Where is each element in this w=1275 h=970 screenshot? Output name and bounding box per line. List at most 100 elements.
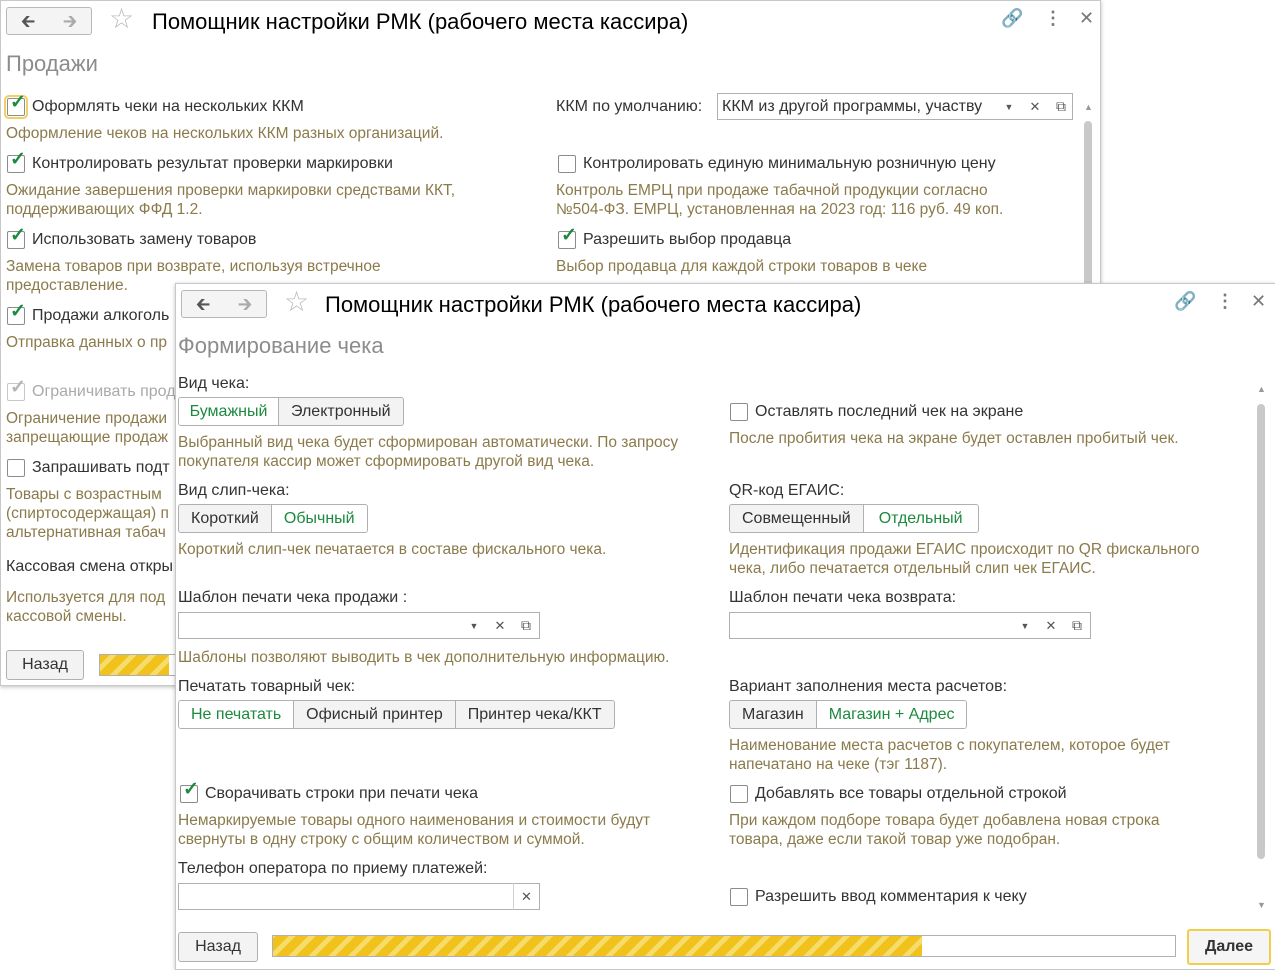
checkmark-icon: ✓ (10, 377, 26, 398)
qr-egais-combined[interactable]: Совмещенный (730, 505, 864, 532)
scroll-up-icon[interactable]: ▲ (1084, 102, 1093, 112)
default-kkm-label: ККМ по умолчанию: (556, 98, 703, 115)
default-kkm-field[interactable]: ККМ из другой программы, участву ▼ ✕ ⧉ (717, 93, 1073, 120)
sale-template-field[interactable]: ▼ ✕ ⧉ (178, 612, 540, 639)
link-icon[interactable]: 🔗 (1001, 9, 1023, 27)
return-template-field[interactable]: ▼ ✕ ⧉ (729, 612, 1091, 639)
back-arrow-button[interactable]: 🡰 (181, 290, 225, 318)
window-title: Помощник настройки РМК (рабочего места к… (325, 292, 862, 317)
dropdown-arrow-icon[interactable]: ▼ (461, 612, 487, 639)
qr-egais-separate[interactable]: Отдельный (863, 505, 978, 532)
receipt-type-hint-2: покупателя кассир может сформировать дру… (178, 453, 595, 470)
shift-hint-1: Используется для под (6, 589, 166, 606)
print-goods-none[interactable]: Не печатать (179, 701, 295, 728)
default-kkm-value: ККМ из другой программы, участву (722, 98, 983, 115)
scrollbar-thumb[interactable] (1084, 121, 1092, 286)
limit-checkbox[interactable]: ✓ (7, 378, 26, 401)
dropdown-arrow-icon[interactable]: ▼ (1012, 612, 1038, 639)
control-marking-hint-2: поддерживающих ФФД 1.2. (6, 201, 203, 218)
clear-icon[interactable]: ✕ (487, 612, 513, 639)
back-button[interactable]: Назад (178, 932, 258, 962)
window-title: Помощник настройки РМК (рабочего места к… (152, 9, 689, 34)
ask-confirm-hint-2: (спиртосодержащая) п (6, 505, 169, 522)
sale-template-hint: Шаблоны позволяют выводить в чек дополни… (178, 649, 670, 666)
place-variant-shop-address[interactable]: Магазин + Адрес (816, 701, 967, 728)
add-separate-line-hint-1: При каждом подборе товара будет добавлен… (729, 812, 1160, 829)
multi-kkm-checkbox[interactable]: ✓ (4, 93, 28, 119)
next-button[interactable]: Далее (1187, 929, 1271, 965)
alcohol-label: Продажи алкоголь (32, 307, 170, 324)
arrow-left-icon: 🡰 (195, 294, 211, 314)
clear-icon[interactable]: ✕ (1038, 612, 1064, 639)
return-template-label: Шаблон печати чека возврата: (729, 589, 957, 606)
checkmark-icon: ✓ (10, 92, 26, 113)
open-icon[interactable]: ⧉ (1064, 612, 1090, 639)
close-icon[interactable]: ✕ (1079, 9, 1094, 27)
scrollbar-thumb[interactable] (1257, 404, 1265, 859)
arrow-right-icon: 🡲 (237, 294, 253, 314)
collapse-lines-checkbox[interactable]: ✓ (180, 780, 199, 803)
receipt-type-electronic[interactable]: Электронный (279, 398, 403, 425)
sale-template-label: Шаблон печати чека продажи : (178, 589, 408, 606)
ask-confirm-hint-1: Товары с возрастным (6, 486, 162, 503)
place-variant-shop[interactable]: Магазин (730, 701, 817, 728)
checkmark-icon: ✓ (561, 225, 577, 246)
forward-arrow-button[interactable]: 🡲 (224, 290, 267, 318)
slip-type-short[interactable]: Короткий (179, 505, 272, 532)
back-arrow-button[interactable]: 🡰 (6, 7, 50, 35)
ask-confirm-label: Запрашивать подт (32, 459, 170, 476)
favorite-star-icon[interactable]: ☆ (284, 288, 309, 316)
checkmark-icon: ✓ (10, 149, 26, 170)
open-icon[interactable]: ⧉ (513, 612, 539, 639)
close-icon[interactable]: ✕ (1251, 292, 1266, 310)
alcohol-checkbox[interactable]: ✓ (7, 302, 26, 325)
more-menu-icon[interactable]: ⋮ (1216, 292, 1234, 310)
control-price-hint-1: Контроль ЕМРЦ при продаже табачной проду… (556, 182, 988, 199)
assistant-window-receipt: 🡰 🡲 ☆ Помощник настройки РМК (рабочего м… (175, 283, 1275, 970)
add-separate-line-checkbox[interactable] (730, 785, 748, 803)
control-marking-checkbox[interactable]: ✓ (7, 150, 26, 173)
scroll-down-icon[interactable]: ▼ (1257, 900, 1266, 910)
control-marking-hint-1: Ожидание завершения проверки маркировки … (6, 182, 456, 199)
multi-kkm-hint: Оформление чеков на нескольких ККМ разны… (6, 125, 444, 142)
ask-confirm-checkbox[interactable] (7, 459, 25, 477)
favorite-star-icon[interactable]: ☆ (109, 5, 134, 33)
print-goods-receipt-printer[interactable]: Принтер чека/ККТ (456, 701, 614, 728)
collapse-lines-hint-2: свернуты в одну строку с общим количеств… (178, 831, 585, 848)
receipt-type-paper[interactable]: Бумажный (179, 398, 279, 425)
control-price-hint-2: №504-ФЗ. ЕМРЦ, установленная на 2023 год… (556, 201, 1004, 218)
section-title: Формирование чека (178, 333, 384, 358)
place-variant-hint-1: Наименование места расчетов с покупателе… (729, 737, 1171, 754)
checkmark-icon: ✓ (10, 225, 26, 246)
replace-goods-checkbox[interactable]: ✓ (7, 226, 26, 249)
qr-egais-switch: Совмещенный Отдельный (729, 504, 979, 533)
section-title: Продажи (6, 51, 98, 76)
open-icon[interactable]: ⧉ (1048, 93, 1074, 120)
replace-goods-hint-1: Замена товаров при возврате, используя в… (6, 258, 381, 275)
print-goods-office-printer[interactable]: Офисный принтер (294, 701, 456, 728)
operator-phone-field[interactable]: ✕ (178, 883, 540, 910)
progress-fill (273, 936, 923, 956)
place-variant-hint-2: напечатано на чеке (тэг 1187). (729, 756, 948, 773)
select-seller-checkbox[interactable]: ✓ (558, 226, 577, 249)
allow-comment-label: Разрешить ввод комментария к чеку (755, 888, 1027, 905)
slip-type-switch: Короткий Обычный (178, 504, 368, 533)
more-menu-icon[interactable]: ⋮ (1044, 9, 1062, 27)
receipt-type-label: Вид чека: (178, 375, 250, 392)
clear-icon[interactable]: ✕ (1022, 93, 1048, 120)
keep-last-receipt-label: Оставлять последний чек на экране (755, 403, 1024, 420)
forward-arrow-button[interactable]: 🡲 (49, 7, 92, 35)
allow-comment-checkbox[interactable] (730, 888, 748, 906)
control-price-checkbox[interactable] (558, 155, 576, 173)
slip-type-normal[interactable]: Обычный (271, 505, 367, 532)
replace-goods-label: Использовать замену товаров (32, 231, 257, 248)
keep-last-receipt-checkbox[interactable] (730, 403, 748, 421)
progress-bar (272, 935, 1176, 957)
collapse-lines-hint-1: Немаркируемые товары одного наименования… (178, 812, 651, 829)
scroll-up-icon[interactable]: ▲ (1257, 384, 1266, 394)
link-icon[interactable]: 🔗 (1174, 292, 1196, 310)
clear-icon[interactable]: ✕ (513, 883, 539, 910)
dropdown-arrow-icon[interactable]: ▼ (996, 93, 1022, 120)
back-button[interactable]: Назад (6, 650, 84, 680)
limit-hint-1: Ограничение продажи (6, 410, 167, 427)
